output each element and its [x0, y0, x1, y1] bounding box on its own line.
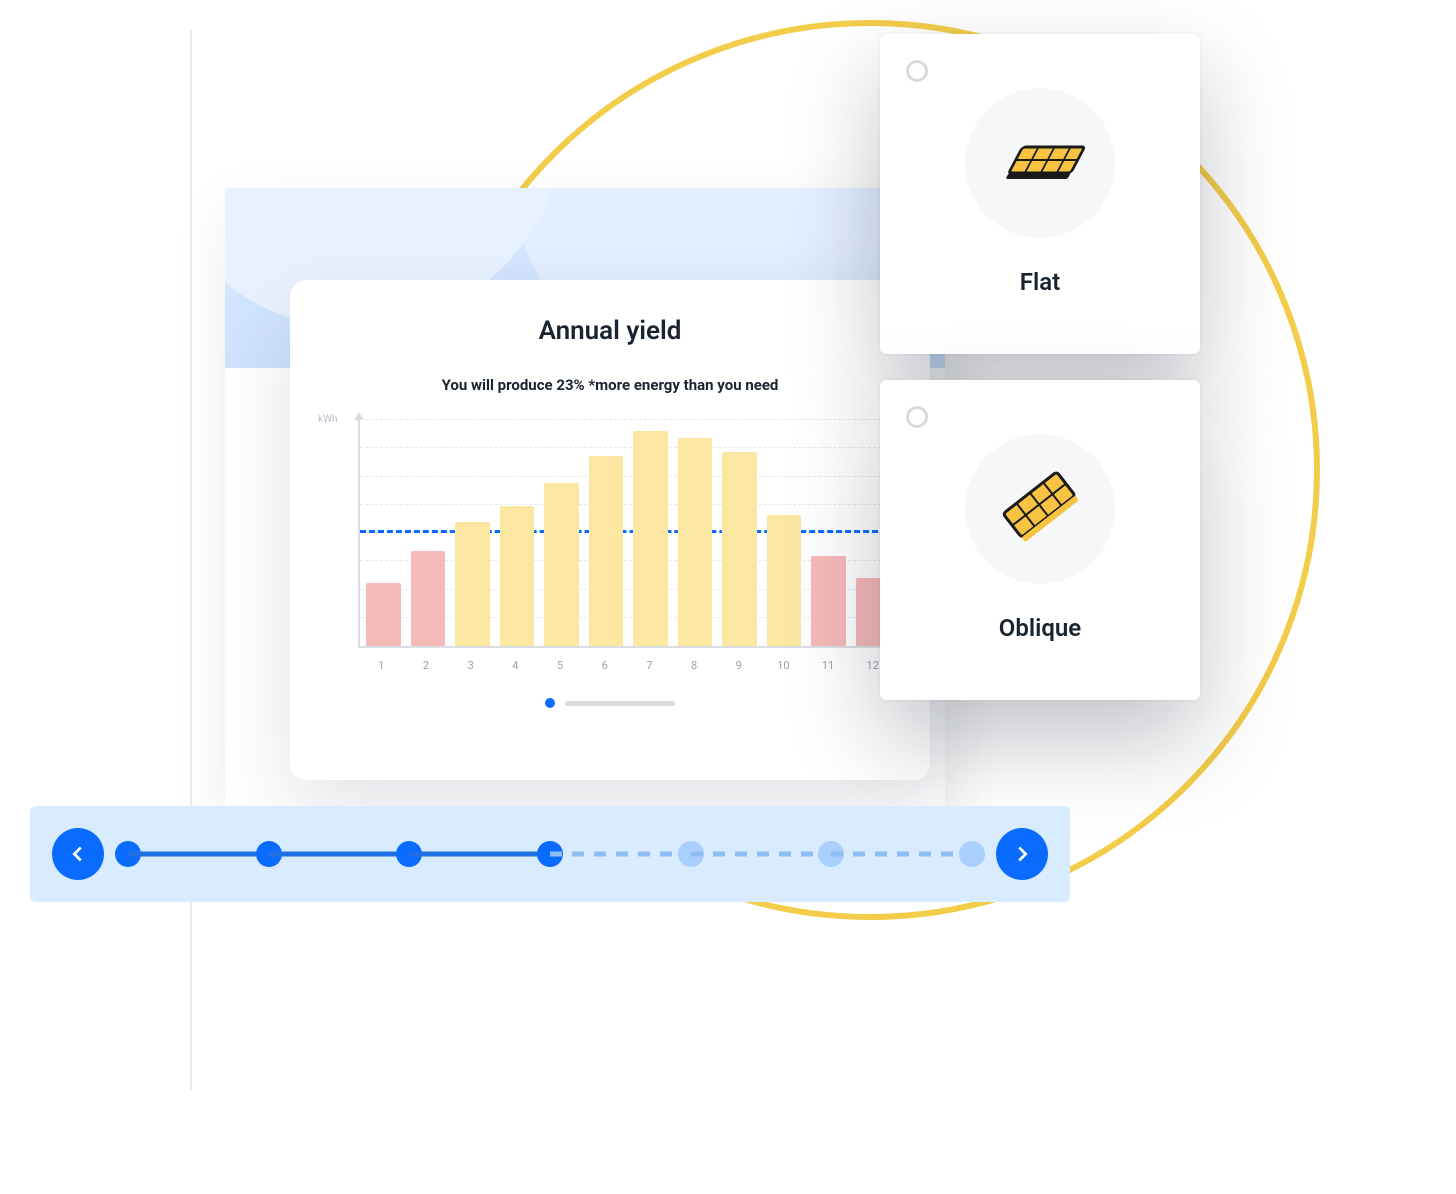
x-tick: 6 — [587, 659, 622, 672]
chevron-right-icon — [1011, 843, 1033, 865]
card-pager — [324, 698, 896, 708]
prev-button[interactable] — [52, 828, 104, 880]
bar-month-8 — [678, 438, 713, 646]
roof-option-oblique[interactable]: Oblique — [880, 380, 1200, 700]
progress-step-7[interactable] — [959, 841, 985, 867]
wizard-progress — [30, 806, 1070, 902]
radio-unchecked-icon[interactable] — [906, 406, 928, 428]
x-tick: 10 — [766, 659, 801, 672]
chart-title: Annual yield — [324, 316, 896, 346]
x-tick: 7 — [632, 659, 667, 672]
bar-month-6 — [589, 456, 624, 646]
oblique-panel-icon — [965, 434, 1115, 584]
x-tick: 3 — [453, 659, 488, 672]
plot-frame — [358, 420, 896, 648]
x-tick: 1 — [364, 659, 399, 672]
bars-group — [360, 420, 896, 646]
x-tick: 2 — [409, 659, 444, 672]
bar-month-11 — [811, 556, 846, 646]
option-label: Flat — [1020, 268, 1060, 296]
x-tick: 4 — [498, 659, 533, 672]
bar-month-2 — [411, 551, 446, 646]
bar-month-5 — [544, 483, 579, 646]
x-tick: 9 — [721, 659, 756, 672]
progress-segment — [550, 852, 691, 857]
radio-unchecked-icon[interactable] — [906, 60, 928, 82]
bar-month-10 — [767, 515, 802, 646]
y-axis-label: kWh — [318, 414, 337, 425]
progress-segment — [831, 852, 972, 857]
bar-month-1 — [366, 583, 401, 646]
bar-month-7 — [633, 431, 668, 646]
x-tick: 11 — [811, 659, 846, 672]
next-button[interactable] — [996, 828, 1048, 880]
option-label: Oblique — [999, 614, 1081, 642]
bar-month-3 — [455, 522, 490, 646]
bar-month-9 — [722, 452, 757, 646]
vertical-divider — [190, 30, 192, 1090]
annual-yield-chart: kWh 123456789101112 — [324, 420, 896, 670]
pager-track[interactable] — [565, 701, 675, 706]
x-tick: 5 — [543, 659, 578, 672]
progress-segment — [128, 852, 269, 857]
progress-segment — [269, 852, 410, 857]
chart-subtitle: You will produce 23% *more energy than y… — [324, 376, 896, 394]
roof-option-flat[interactable]: Flat — [880, 34, 1200, 354]
pager-dot-active[interactable] — [545, 698, 555, 708]
annual-yield-card: Annual yield You will produce 23% *more … — [290, 280, 930, 780]
chevron-left-icon — [67, 843, 89, 865]
progress-segment — [409, 852, 550, 857]
flat-panel-icon — [965, 88, 1115, 238]
x-tick: 8 — [677, 659, 712, 672]
progress-segment — [691, 852, 832, 857]
x-axis-labels: 123456789101112 — [358, 659, 896, 672]
progress-steps — [128, 840, 972, 868]
bar-month-4 — [500, 506, 535, 646]
